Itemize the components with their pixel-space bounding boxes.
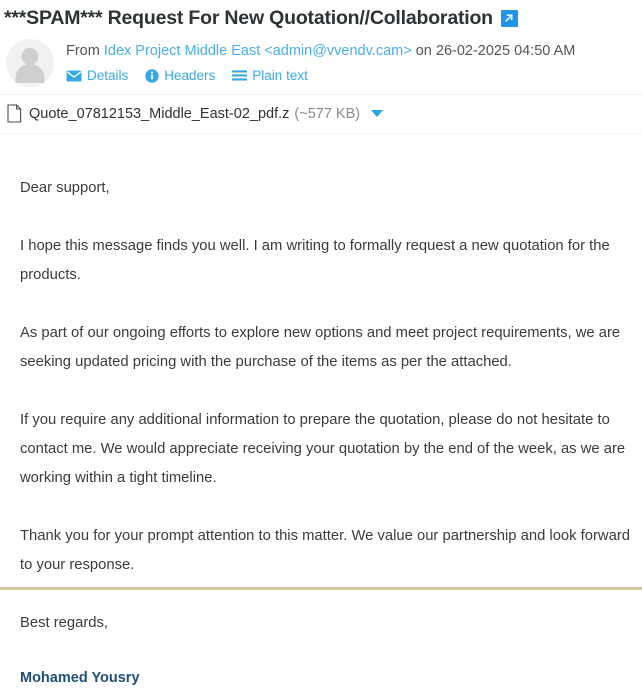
avatar-body-shape <box>15 64 45 83</box>
message-date: on 26-02-2025 04:50 AM <box>411 43 576 59</box>
message-header-bar: ***SPAM*** Request For New Quotation//Co… <box>0 0 642 32</box>
message-action-links: Details Headers Plain text <box>66 68 632 84</box>
body-greeting: Dear support, <box>20 180 110 196</box>
from-label: From <box>66 43 100 59</box>
sender-block: From Idex Project Middle East <admin@vve… <box>0 32 642 94</box>
signature-name: Mohamed Yousry <box>20 670 140 686</box>
body-paragraph: I hope this message finds you well. I am… <box>20 238 610 283</box>
attachment-bar: Quote_07812153_Middle_East-02_pdf.z (~57… <box>0 95 642 133</box>
headers-link-label: Headers <box>164 68 216 83</box>
body-closing: Best regards, <box>20 615 109 631</box>
body-paragraph: As part of our ongoing efforts to explor… <box>20 325 621 370</box>
body-paragraph: Thank you for your prompt attention to t… <box>20 528 631 573</box>
attachment-filename[interactable]: Quote_07812153_Middle_East-02_pdf.z <box>29 105 289 123</box>
body-paragraph: If you require any additional informatio… <box>20 412 626 486</box>
caret-down-icon[interactable] <box>371 110 384 117</box>
message-subject: ***SPAM*** Request For New Quotation//Co… <box>4 7 493 29</box>
headers-link[interactable]: Headers <box>145 68 215 84</box>
details-link[interactable]: Details <box>66 68 128 84</box>
external-link-icon[interactable] <box>500 9 518 27</box>
info-circle-icon <box>145 69 159 83</box>
message-body: Dear support, I hope this message finds … <box>0 134 642 689</box>
list-lines-icon <box>232 69 248 83</box>
plain-text-link-label: Plain text <box>252 68 308 83</box>
sender-info: From Idex Project Middle East <admin@vve… <box>66 38 632 84</box>
person-avatar-icon <box>6 39 54 87</box>
details-link-label: Details <box>87 68 129 83</box>
attachment-size: (~577 KB) <box>294 105 361 122</box>
from-line: From Idex Project Middle East <admin@vve… <box>66 41 632 61</box>
envelope-icon <box>66 70 82 82</box>
sender-address-link[interactable]: Idex Project Middle East <admin@vvendv.c… <box>104 43 412 59</box>
plain-text-link[interactable]: Plain text <box>232 68 308 84</box>
avatar-head-shape <box>21 48 39 65</box>
document-file-icon <box>7 104 22 123</box>
